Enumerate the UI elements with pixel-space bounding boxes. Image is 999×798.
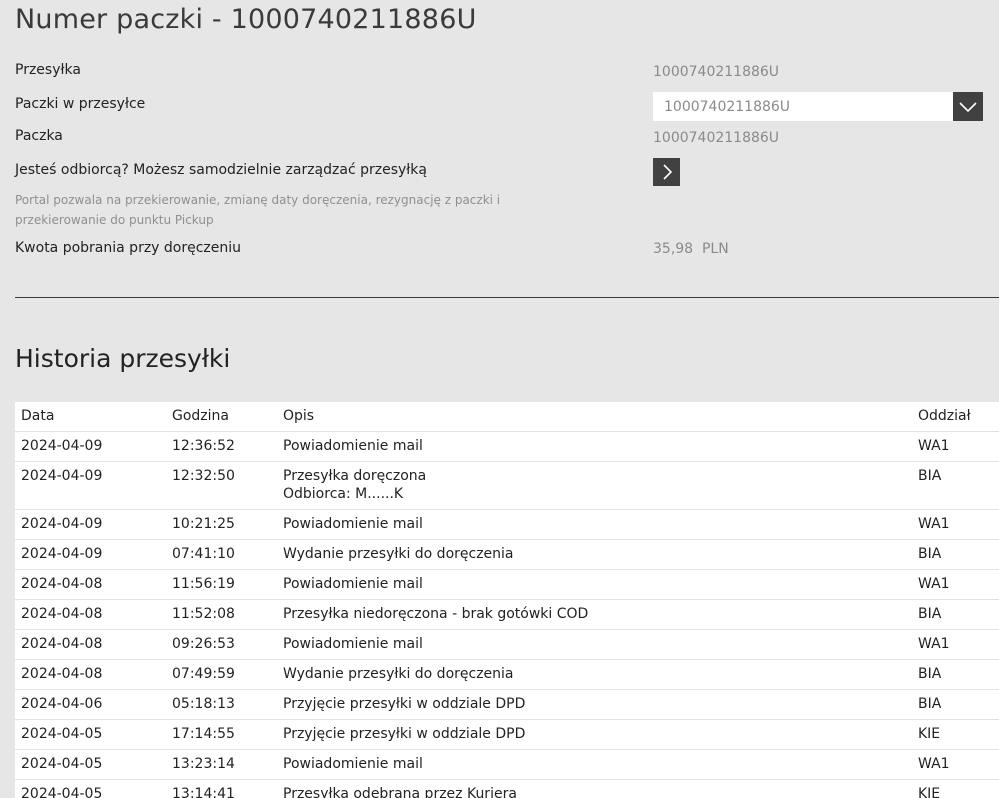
desc-line: Przesyłka niedoręczona - brak gotówki CO…: [283, 605, 589, 622]
cell-time: 09:26:53: [166, 629, 277, 660]
cell-branch: WA1: [912, 509, 999, 540]
cell-branch: BIA: [912, 539, 999, 570]
cell-desc: Powiadomienie mail: [277, 629, 912, 660]
cod-value: 35,98 PLN: [653, 241, 729, 257]
table-row: 2024-04-09 12:32:50 Przesyłka doręczona Odb…: [15, 461, 999, 510]
table-row: 2024-04-05 13:14:41 Przesyłka odebrana prz…: [15, 779, 999, 798]
cell-date: 2024-04-05: [15, 749, 166, 780]
header-branch: Oddział: [912, 402, 999, 432]
cell-desc: Przesyłka doręczona Odbiorca: M......K: [277, 461, 912, 510]
cell-branch: WA1: [912, 431, 999, 462]
cell-date: 2024-04-09: [15, 539, 166, 570]
desc-line: Przesyłka doręczona: [283, 467, 427, 484]
desc-line: Wydanie przesyłki do doręczenia: [283, 665, 514, 682]
parcel-select[interactable]: 1000740211886U: [653, 92, 983, 121]
desc-line: Powiadomienie mail: [283, 635, 423, 652]
cell-time: 05:18:13: [166, 689, 277, 720]
cell-branch: WA1: [912, 569, 999, 600]
paczki-label: Paczki w przesyłce: [15, 96, 146, 112]
cell-branch: BIA: [912, 689, 999, 720]
parcel-select-value: 1000740211886U: [664, 98, 791, 115]
paczka-label: Paczka: [15, 128, 63, 144]
table-row: 2024-04-08 11:56:19 Powiadomienie mail WA1: [15, 569, 999, 600]
table-row: 2024-04-09 10:21:25 Powiadomienie mail WA1: [15, 509, 999, 540]
cell-time: 07:49:59: [166, 659, 277, 690]
cell-desc: Powiadomienie mail: [277, 509, 912, 540]
cell-date: 2024-04-05: [15, 779, 166, 798]
cell-branch: BIA: [912, 461, 999, 510]
cell-time: 11:52:08: [166, 599, 277, 630]
desc-line: Przyjęcie przesyłki w oddziale DPD: [283, 695, 526, 712]
section-divider: [15, 297, 999, 298]
table-row: 2024-04-05 13:23:14 Powiadomienie mail WA1: [15, 749, 999, 780]
cod-label: Kwota pobrania przy doręczeniu: [15, 240, 242, 256]
desc-line: Wydanie przesyłki do doręczenia: [283, 545, 514, 562]
cell-branch: KIE: [912, 779, 999, 798]
desc-recipient-line: Odbiorca: M......K: [283, 485, 404, 502]
cell-time: 07:41:10: [166, 539, 277, 570]
cell-desc: Przesyłka niedoręczona - brak gotówki CO…: [277, 599, 912, 630]
cell-desc: Powiadomienie mail: [277, 431, 912, 462]
cell-time: 12:32:50: [166, 461, 277, 510]
table-row: 2024-04-06 05:18:13 Przyjęcie przesyłki w …: [15, 689, 999, 720]
desc-line: Przyjęcie przesyłki w oddziale DPD: [283, 725, 526, 742]
manage-shipment-label: Jesteś odbiorcą? Możesz samodzielnie zar…: [15, 162, 427, 178]
cell-branch: BIA: [912, 599, 999, 630]
cell-desc: Powiadomienie mail: [277, 569, 912, 600]
chevron-down-icon[interactable]: [953, 92, 983, 121]
header-desc: Opis: [277, 402, 912, 432]
table-row: 2024-04-08 07:49:59 Wydanie przesyłki do d…: [15, 659, 999, 690]
manage-shipment-note: Portal pozwala na przekierowanie, zmianę…: [15, 193, 501, 227]
table-row: 2024-04-09 07:41:10 Wydanie przesyłki do d…: [15, 539, 999, 570]
cell-time: 17:14:55: [166, 719, 277, 750]
table-row: 2024-04-05 17:14:55 Przyjęcie przesyłki w …: [15, 719, 999, 750]
history-rows: 2024-04-09 12:36:52 Powiadomienie mail WA1 2…: [15, 431, 999, 798]
cell-date: 2024-04-09: [15, 509, 166, 540]
cell-branch: WA1: [912, 749, 999, 780]
cell-desc: Wydanie przesyłki do doręczenia: [277, 539, 912, 570]
header-date: Data: [15, 402, 166, 432]
cell-branch: KIE: [912, 719, 999, 750]
history-header-row: Data Godzina Opis Oddział: [15, 402, 999, 432]
cell-time: 13:23:14: [166, 749, 277, 780]
cell-desc: Przesyłka odebrana przez Kuriera: [277, 779, 912, 798]
tracking-page: Numer paczki - 1000740211886U Przesyłka …: [0, 0, 999, 798]
cell-date: 2024-04-09: [15, 461, 166, 510]
cell-date: 2024-04-08: [15, 569, 166, 600]
chevron-right-icon: [662, 164, 672, 180]
cell-date: 2024-04-08: [15, 599, 166, 630]
przesylka-value: 1000740211886U: [653, 64, 780, 80]
table-row: 2024-04-08 11:52:08 Przesyłka niedoręczona…: [15, 599, 999, 630]
cell-date: 2024-04-06: [15, 689, 166, 720]
desc-line: Powiadomienie mail: [283, 515, 423, 532]
table-row: 2024-04-08 09:26:53 Powiadomienie mail WA1: [15, 629, 999, 660]
cell-branch: BIA: [912, 659, 999, 690]
paczka-value: 1000740211886U: [653, 130, 780, 146]
desc-line: Przesyłka odebrana przez Kuriera: [283, 785, 517, 798]
przesylka-label: Przesyłka: [15, 62, 81, 78]
desc-line: Powiadomienie mail: [283, 437, 423, 454]
cell-branch: WA1: [912, 629, 999, 660]
history-table: Data Godzina Opis Oddział 2024-04-09 12:3…: [15, 402, 999, 798]
cell-time: 13:14:41: [166, 779, 277, 798]
cell-time: 10:21:25: [166, 509, 277, 540]
desc-line: Powiadomienie mail: [283, 755, 423, 772]
cell-date: 2024-04-08: [15, 629, 166, 660]
cell-time: 11:56:19: [166, 569, 277, 600]
cell-date: 2024-04-09: [15, 431, 166, 462]
cell-time: 12:36:52: [166, 431, 277, 462]
header-time: Godzina: [166, 402, 277, 432]
cell-desc: Powiadomienie mail: [277, 749, 912, 780]
cell-desc: Wydanie przesyłki do doręczenia: [277, 659, 912, 690]
cell-date: 2024-04-05: [15, 719, 166, 750]
cell-date: 2024-04-08: [15, 659, 166, 690]
history-title: Historia przesyłki: [15, 344, 231, 373]
table-row: 2024-04-09 12:36:52 Powiadomienie mail WA1: [15, 431, 999, 462]
page-title: Numer paczki - 1000740211886U: [15, 4, 477, 35]
cell-desc: Przyjęcie przesyłki w oddziale DPD: [277, 689, 912, 720]
desc-line: Powiadomienie mail: [283, 575, 423, 592]
manage-shipment-button[interactable]: [653, 158, 680, 186]
cell-desc: Przyjęcie przesyłki w oddziale DPD: [277, 719, 912, 750]
